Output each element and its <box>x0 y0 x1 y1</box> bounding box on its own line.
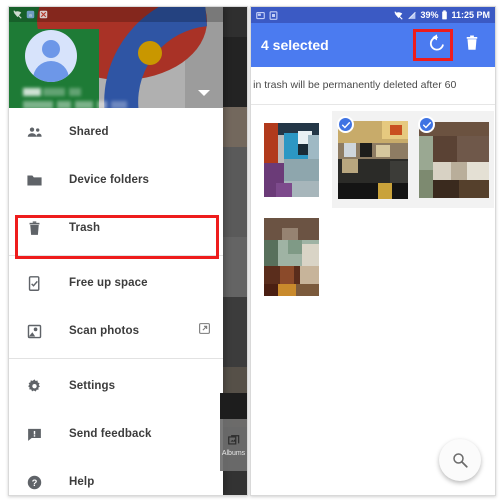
check-circle-icon <box>341 121 350 128</box>
right-phone-panel: 39% 11:25 PM 4 selected s in trash will … <box>250 6 496 496</box>
check-circle-icon <box>422 121 431 128</box>
trash-icon <box>466 35 478 50</box>
sidebar-item-label: Settings <box>69 380 116 392</box>
account-name-blurred <box>23 88 41 96</box>
selection-toolbar: 4 selected <box>251 23 495 67</box>
trash-info-text: s in trash will be permanently deleted a… <box>251 79 457 91</box>
trash-photo-grid <box>251 107 495 305</box>
navigation-drawer: a Shared Device folders Trash Free up sp… <box>9 7 223 495</box>
restore-icon <box>429 33 444 51</box>
sidebar-item-free-up-space[interactable]: Free up space <box>9 259 223 307</box>
search-icon <box>453 453 468 468</box>
left-status-bar: a <box>9 7 223 22</box>
trash-icon <box>21 220 47 237</box>
avatar[interactable] <box>25 30 77 82</box>
photo-thumbnail <box>418 121 489 198</box>
photo-cell[interactable] <box>251 208 332 305</box>
photo-cell[interactable] <box>413 111 494 208</box>
sidebar-item-label: Trash <box>69 222 101 234</box>
selection-check[interactable] <box>418 116 435 133</box>
search-fab[interactable] <box>439 439 481 481</box>
account-switch-button[interactable] <box>197 85 211 103</box>
sidebar-item-label: Help <box>69 476 95 488</box>
battery-icon <box>442 10 448 20</box>
sidebar-item-label: Send feedback <box>69 428 152 440</box>
photo-thumbnail <box>264 122 319 197</box>
sidebar-item-label: Free up space <box>69 277 148 289</box>
account-email-blurred <box>75 101 93 109</box>
drawer-menu: Shared Device folders Trash Free up spac… <box>9 108 223 495</box>
wifi-off-icon <box>394 10 404 20</box>
sidebar-item-label: Scan photos <box>69 325 140 337</box>
delete-button[interactable] <box>463 34 481 57</box>
selection-check[interactable] <box>337 116 354 133</box>
svg-text:a: a <box>29 13 32 18</box>
sidebar-item-device-folders[interactable]: Device folders <box>9 156 223 204</box>
photo-cell[interactable] <box>251 111 332 208</box>
scan-photos-icon <box>21 323 47 340</box>
account-email-blurred <box>23 101 53 109</box>
clock-time: 11:25 PM <box>451 10 490 20</box>
grid-row <box>251 208 495 305</box>
app-icon-2 <box>269 10 278 20</box>
restore-button[interactable] <box>427 33 447 58</box>
albums-label: Albums <box>221 449 246 457</box>
feedback-icon <box>21 426 47 443</box>
sidebar-item-albums[interactable]: Albums <box>220 419 247 471</box>
status-right-group: 39% 11:25 PM <box>393 10 490 20</box>
photo-cell[interactable] <box>332 111 413 208</box>
free-space-icon <box>21 275 47 292</box>
avatar-body <box>33 61 69 82</box>
account-name-blurred <box>43 88 65 96</box>
avatar-head <box>42 40 60 58</box>
bg-dark-strip <box>220 393 247 419</box>
people-icon <box>21 124 47 141</box>
sidebar-item-help[interactable]: ? Help <box>9 458 223 495</box>
selection-count-title: 4 selected <box>261 37 329 53</box>
sidebar-item-shared[interactable]: Shared <box>9 108 223 156</box>
grid-row <box>251 111 495 208</box>
app-icon-1 <box>256 11 265 19</box>
svg-text:?: ? <box>31 477 37 487</box>
chevron-down-icon <box>198 90 210 96</box>
open-external-icon[interactable] <box>198 322 211 340</box>
app-icon-red <box>39 10 48 19</box>
status-left-icons: a <box>13 10 48 19</box>
account-email-blurred <box>97 101 107 109</box>
sidebar-item-trash[interactable]: Trash <box>9 204 223 252</box>
right-status-bar: 39% 11:25 PM <box>251 7 495 23</box>
sidebar-item-label: Device folders <box>69 174 150 186</box>
help-icon: ? <box>21 474 47 491</box>
screenshot-root: Albums a Shared Device folders Trash Fre… <box>0 0 500 500</box>
gear-icon <box>21 378 47 395</box>
header-yellow-dot <box>138 41 162 65</box>
status-left-icons <box>256 10 278 20</box>
account-email-blurred <box>111 101 127 109</box>
battery-percent: 39% <box>420 10 439 20</box>
signal-icon <box>408 11 417 19</box>
menu-divider <box>9 255 223 256</box>
account-email-blurred <box>57 101 71 109</box>
left-phone-panel: Albums a Shared Device folders Trash Fre… <box>8 6 248 496</box>
sidebar-item-settings[interactable]: Settings <box>9 362 223 410</box>
albums-icon <box>227 434 239 444</box>
trash-info-banner: s in trash will be permanently deleted a… <box>251 67 495 105</box>
wifi-off-icon <box>13 10 22 19</box>
sidebar-item-scan-photos[interactable]: Scan photos <box>9 307 223 355</box>
sidebar-item-label: Shared <box>69 126 109 138</box>
toolbar-actions <box>427 33 485 58</box>
sidebar-item-send-feedback[interactable]: Send feedback <box>9 410 223 458</box>
photo-thumbnail <box>264 217 319 296</box>
menu-divider <box>9 358 223 359</box>
folder-icon <box>21 172 47 189</box>
account-name-blurred <box>69 88 81 96</box>
app-icon-blue: a <box>26 10 35 18</box>
